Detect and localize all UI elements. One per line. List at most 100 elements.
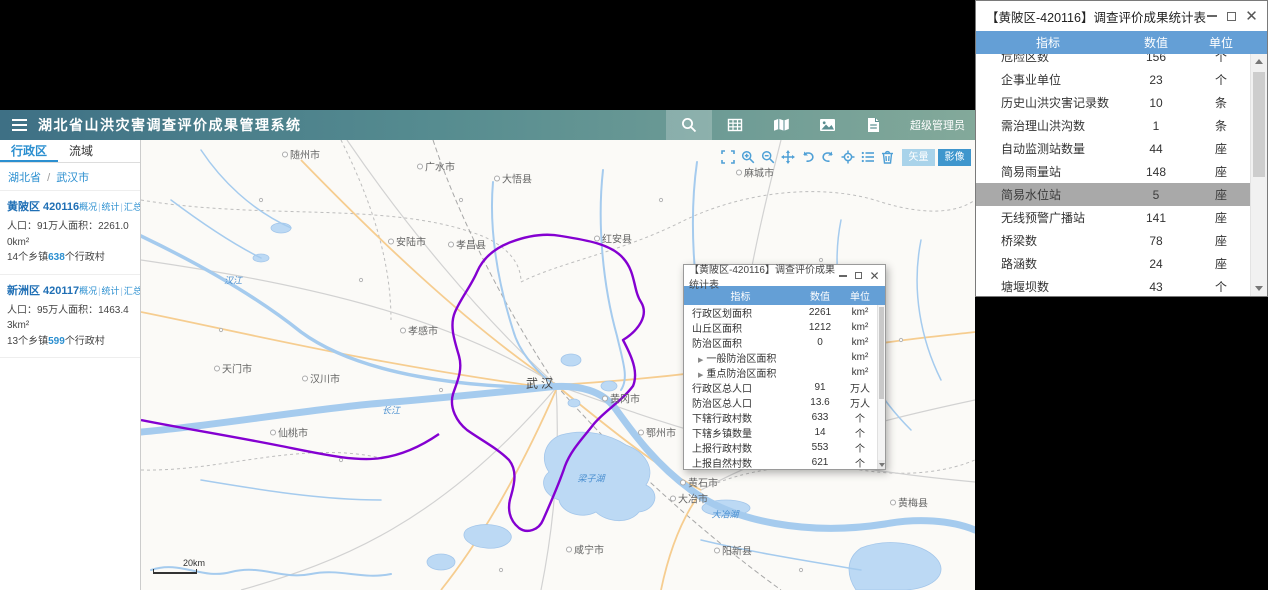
dialog-titlebar[interactable]: 【黄陂区-420116】调查评价成果统计表 ✕ [684,265,885,291]
table-row[interactable]: 防治区总人口 13.6 万人 [684,395,877,410]
row-unit: 个 [1214,54,1227,64]
table-row[interactable]: ▶ 重点防治区面积 km² [684,365,877,380]
column-value: 数值 [1143,36,1168,50]
app-body: 行政区 流域 湖北省 / 武汉市 黄陂区 420116 概况|统计|汇总 人口：… [0,140,975,590]
table-row[interactable]: 简易雨量站 148 座 [976,160,1250,183]
close-icon[interactable]: ✕ [869,270,880,282]
sidebar: 行政区 流域 湖北省 / 武汉市 黄陂区 420116 概况|统计|汇总 人口：… [0,140,141,590]
minimize-icon[interactable] [837,270,848,281]
close-icon[interactable]: ✕ [1245,9,1258,24]
table-row[interactable]: 行政区划面积 2261 km² [684,305,877,320]
stats-dialog[interactable]: 【黄陂区-420116】调查评价成果统计表 ✕ 指标 数值 单位 行政区划面积 … [683,264,886,470]
row-value: 148 [1145,164,1167,179]
locate-icon[interactable] [840,149,855,164]
row-unit: km² [851,322,869,333]
panel-titlebar[interactable]: 【黄陂区-420116】调查评价成果统计表 ✕ [976,1,1267,31]
table-row[interactable]: 需治理山洪沟数 1 条 [976,114,1250,137]
table-row[interactable]: 下辖行政村数 633 个 [684,410,877,425]
table-row[interactable]: 山丘区面积 1212 km² [684,320,877,335]
pan-icon[interactable] [780,149,795,164]
row-value: 14 [814,427,826,438]
table-row[interactable]: 历史山洪灾害记录数 10 条 [976,91,1250,114]
table-row[interactable]: 无线预警广播站 141 座 [976,206,1250,229]
scrollbar-thumb[interactable] [879,307,884,399]
minimize-icon[interactable] [1206,11,1217,22]
row-value: 24 [1149,256,1163,271]
clear-icon[interactable] [880,149,895,164]
district-name[interactable]: 新洲区 420117 [7,282,79,298]
row-label: 简易雨量站 [1001,165,1062,179]
menu-icon[interactable] [0,110,38,140]
table-row[interactable]: 自动监测站数量 44 座 [976,137,1250,160]
table-row[interactable]: 下辖乡镇数量 14 个 [684,425,877,440]
table-row[interactable]: 路涵数 24 座 [976,252,1250,275]
statistics-link[interactable]: 统计 [102,202,120,212]
row-label: 上报行政村数 [692,444,752,455]
stats-panel-window[interactable]: 【黄陂区-420116】调查评价成果统计表 ✕ 指标 数值 单位 危险区数 156… [975,0,1268,297]
basemap-vector-button[interactable]: 矢量 [902,149,935,166]
table-row[interactable]: ▶ 一般防治区面积 km² [684,350,877,365]
next-extent-icon[interactable] [820,149,835,164]
expand-arrow-icon[interactable]: ▶ [698,357,703,364]
maximize-icon[interactable] [1226,11,1237,22]
current-user[interactable]: 超级管理员 [910,117,965,133]
map-toolbar [720,149,895,164]
map-label-city: 安陆市 [388,234,426,249]
row-unit: 万人 [850,399,870,410]
panel-title: 【黄陂区-420116】调查评价成果统计表 [986,10,1206,25]
search-button[interactable] [666,110,712,140]
tab-basin[interactable]: 流域 [58,140,104,162]
table-row[interactable]: 危险区数 156 个 [976,54,1250,68]
row-label: 历史山洪灾害记录数 [1001,96,1110,110]
map-label-city: 大冶市 [670,491,708,506]
expand-arrow-icon[interactable]: ▶ [698,372,703,379]
table-row[interactable]: 简易水位站 5 座 [976,183,1250,206]
scroll-down-icon[interactable] [1251,281,1267,296]
column-unit: 单位 [850,292,870,303]
scroll-down-icon[interactable] [878,460,885,469]
table-row[interactable]: 桥梁数 78 座 [976,229,1250,252]
maximize-icon[interactable] [853,270,864,281]
full-extent-icon[interactable] [720,149,735,164]
map-canvas[interactable]: 随州市 广水市 大悟县 麻城市 红安县 安陆市 孝昌县 孝感市 天门市 汉川市 仙桃市 武汉 黄冈市 鄂州… [141,140,975,590]
table-row[interactable]: 上报行政村数 553 个 [684,440,877,455]
table-row[interactable]: 防治区面积 0 km² [684,335,877,350]
dialog-scrollbar[interactable] [877,305,885,469]
report-button[interactable] [850,110,896,140]
data-grid-button[interactable] [712,110,758,140]
breadcrumb-province[interactable]: 湖北省 [8,172,41,184]
table-row[interactable]: 塘堰坝数 43 个 [976,275,1250,296]
summary-link[interactable]: 汇总 [124,202,140,212]
dialog-table-body: 行政区划面积 2261 km² 山丘区面积 1212 km² 防治区面积 0 km² ▶ 一般防治区… [684,305,885,469]
summary-link[interactable]: 汇总 [124,286,140,296]
map-icon [773,118,789,131]
breadcrumb-city[interactable]: 武汉市 [56,172,89,184]
row-value: 43 [1149,279,1163,294]
row-label: 防治区总人口 [692,399,752,410]
previous-extent-icon[interactable] [800,149,815,164]
basemap-imagery-button[interactable]: 影像 [938,149,971,166]
statistics-link[interactable]: 统计 [102,286,120,296]
zoom-in-icon[interactable] [740,149,755,164]
map-label-city: 黄冈市 [602,391,640,406]
image-button[interactable] [804,110,850,140]
row-label: 上报自然村数 [692,459,752,469]
map-button[interactable] [758,110,804,140]
district-card-xinzhou[interactable]: 新洲区 420117 概况|统计|汇总 人口：95万人面积：1463.43km²… [0,275,140,358]
zoom-out-icon[interactable] [760,149,775,164]
district-name[interactable]: 黄陂区 420116 [7,198,79,214]
row-label: 山丘区面积 [692,324,742,335]
panel-scrollbar[interactable] [1250,54,1267,296]
table-row[interactable]: 企事业单位 23 个 [976,68,1250,91]
overview-link[interactable]: 概况 [79,286,97,296]
district-card-huangpi[interactable]: 黄陂区 420116 概况|统计|汇总 人口：91万人面积：2261.00km²… [0,191,140,275]
row-unit: 座 [1214,234,1227,248]
table-row[interactable]: 上报自然村数 621 个 [684,455,877,469]
legend-icon[interactable] [860,149,875,164]
tab-admin-region[interactable]: 行政区 [0,140,59,162]
scrollbar-thumb[interactable] [1253,72,1265,177]
overview-link[interactable]: 概况 [79,202,97,212]
table-row[interactable]: 行政区总人口 91 万人 [684,380,877,395]
scroll-up-icon[interactable] [1251,54,1267,69]
row-label: 行政区总人口 [692,384,752,395]
